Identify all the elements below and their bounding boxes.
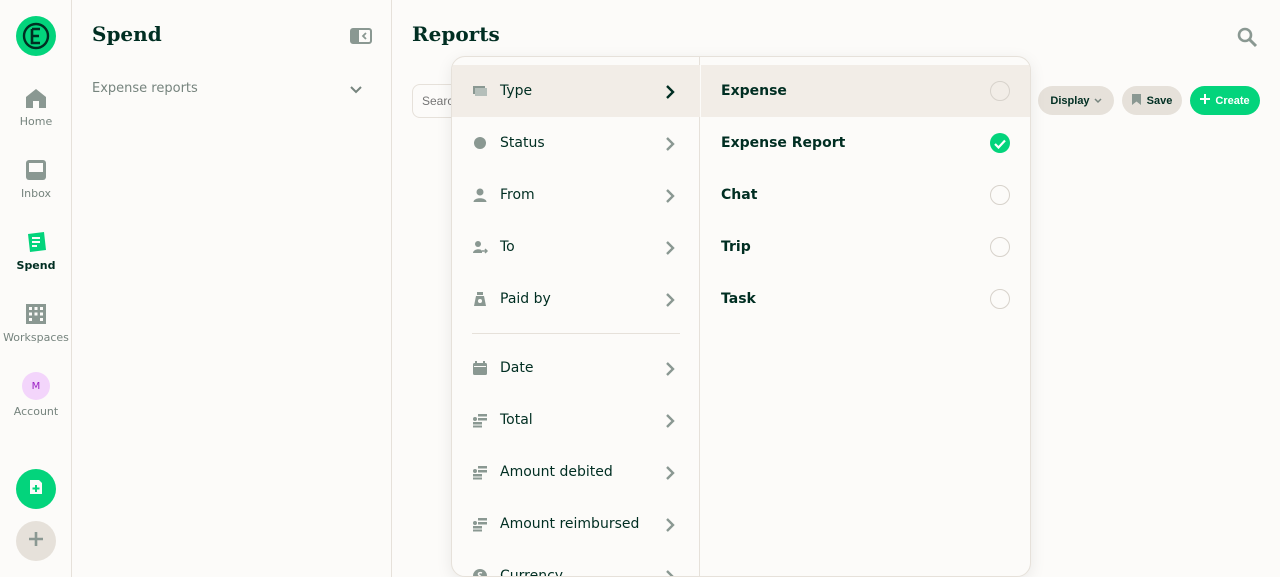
coins-icon	[472, 516, 488, 532]
divider	[472, 333, 680, 334]
filter-amount-reimbursed-label: Amount reimbursed	[500, 516, 640, 532]
coins-icon	[472, 464, 488, 480]
nav-account-label: Account	[13, 405, 59, 418]
option-chat-label: Chat	[721, 187, 758, 203]
add-button[interactable]	[16, 521, 56, 561]
filter-paid-by-label: Paid by	[500, 291, 551, 307]
option-task[interactable]: Task	[701, 273, 1030, 325]
expensify-logo-icon[interactable]	[16, 16, 56, 56]
inbox-icon	[24, 158, 48, 182]
building-icon	[24, 302, 48, 326]
money-bag-icon	[472, 291, 488, 307]
person-icon	[472, 187, 488, 203]
plus-icon	[1200, 94, 1211, 107]
page-title: Reports	[412, 22, 500, 46]
nav-home-label: Home	[19, 115, 53, 128]
radio-checked[interactable]	[990, 133, 1010, 153]
option-trip[interactable]: Trip	[701, 221, 1030, 273]
option-chat[interactable]: Chat	[701, 169, 1030, 221]
avatar: M	[22, 372, 50, 400]
filter-status[interactable]: Status	[452, 117, 700, 169]
filter-list: Type Status From To Paid by Date Total A…	[452, 57, 700, 577]
nav-rail: Home Inbox Spend Workspaces M Account	[0, 0, 72, 577]
filter-date-label: Date	[500, 360, 534, 376]
chevron-right-icon	[664, 240, 676, 255]
radio-unchecked[interactable]	[990, 185, 1010, 205]
radio-unchecked[interactable]	[990, 289, 1010, 309]
filter-total-label: Total	[500, 412, 533, 428]
chevron-right-icon	[664, 292, 676, 307]
filter-amount-debited-label: Amount debited	[500, 464, 613, 480]
nav-spend[interactable]: Spend	[0, 230, 72, 290]
filter-type[interactable]: Type	[452, 65, 700, 117]
save-button[interactable]: Save	[1122, 86, 1182, 115]
search-icon[interactable]	[1236, 26, 1258, 48]
expense-reports-item[interactable]: Expense reports	[92, 78, 362, 98]
panel-title: Spend	[92, 22, 162, 46]
chevron-down-icon	[1094, 95, 1102, 107]
filter-status-label: Status	[500, 135, 545, 151]
option-expense-label: Expense	[721, 83, 787, 99]
create-label: Create	[1215, 94, 1250, 107]
chevron-right-icon	[664, 569, 676, 576]
chevron-right-icon	[664, 465, 676, 480]
filter-to[interactable]: To	[452, 221, 700, 273]
option-expense-report[interactable]: Expense Report	[701, 117, 1030, 169]
status-dot-icon	[472, 135, 488, 151]
radio-unchecked[interactable]	[990, 237, 1010, 257]
side-panel: Spend Expense reports	[72, 0, 392, 577]
option-trip-label: Trip	[721, 239, 751, 255]
filter-from-label: From	[500, 187, 535, 203]
chevron-right-icon	[664, 84, 676, 99]
nav-inbox[interactable]: Inbox	[0, 158, 72, 218]
create-button[interactable]: Create	[1190, 86, 1260, 115]
nav-account[interactable]: M Account	[0, 372, 72, 432]
chevron-right-icon	[664, 413, 676, 428]
filter-type-label: Type	[500, 83, 533, 99]
radio-unchecked[interactable]	[990, 81, 1010, 101]
option-expense-report-label: Expense Report	[721, 135, 846, 151]
filter-currency[interactable]: Currency	[452, 550, 700, 577]
chevron-right-icon	[664, 136, 676, 151]
calendar-icon	[472, 360, 488, 376]
coins-icon	[472, 412, 488, 428]
plus-icon	[28, 531, 44, 551]
option-task-label: Task	[721, 291, 756, 307]
chevron-right-icon	[664, 361, 676, 376]
filter-to-label: To	[500, 239, 515, 255]
filter-paid-by[interactable]: Paid by	[452, 273, 700, 325]
display-label: Display	[1050, 94, 1090, 107]
expense-reports-label: Expense reports	[92, 80, 198, 96]
new-expense-icon	[28, 479, 44, 499]
home-icon	[24, 86, 48, 110]
chevron-right-icon	[664, 517, 676, 532]
nav-workspaces[interactable]: Workspaces	[0, 302, 72, 362]
save-label: Save	[1146, 94, 1173, 107]
chevron-right-icon	[664, 188, 676, 203]
filter-popover: Type Status From To Paid by Date Total A…	[451, 56, 1031, 577]
display-button[interactable]: Display	[1038, 86, 1114, 115]
new-expense-button[interactable]	[16, 469, 56, 509]
nav-workspaces-label: Workspaces	[3, 331, 69, 344]
receipt-icon	[24, 230, 48, 254]
nav-inbox-label: Inbox	[20, 187, 52, 200]
filter-total[interactable]: Total	[452, 394, 700, 446]
chevron-down-icon	[350, 79, 362, 98]
currency-icon	[472, 568, 488, 576]
filter-currency-label: Currency	[500, 568, 564, 577]
checkmark-icon	[994, 134, 1006, 153]
filter-from[interactable]: From	[452, 169, 700, 221]
person-arrow-icon	[472, 239, 488, 255]
nav-spend-label: Spend	[16, 259, 56, 272]
collapse-sidebar-icon[interactable]	[350, 28, 372, 44]
filter-amount-debited[interactable]: Amount debited	[452, 446, 700, 498]
nav-home[interactable]: Home	[0, 86, 72, 146]
filter-amount-reimbursed[interactable]: Amount reimbursed	[452, 498, 700, 550]
receipt-type-icon	[472, 83, 488, 99]
bookmark-icon	[1131, 93, 1141, 108]
option-expense[interactable]: Expense	[701, 65, 1030, 117]
filter-date[interactable]: Date	[452, 342, 700, 394]
type-options-list: Expense Expense Report Chat Trip Task	[701, 57, 1030, 576]
